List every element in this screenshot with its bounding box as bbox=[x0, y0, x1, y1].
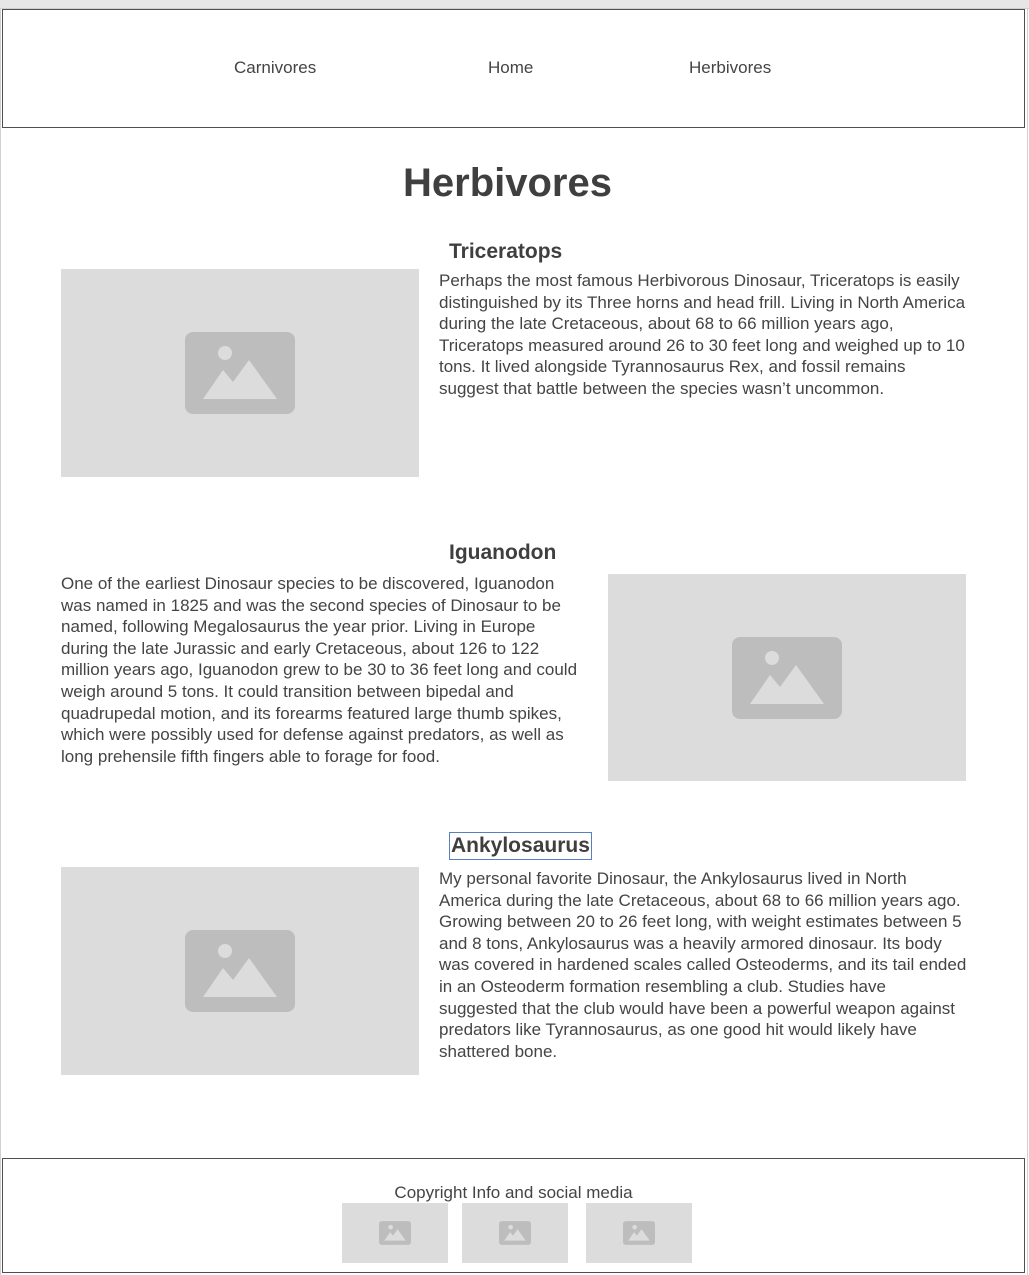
image-placeholder-icon bbox=[732, 636, 842, 719]
section-title: Iguanodon bbox=[449, 541, 557, 564]
site-header: Carnivores Home Herbivores bbox=[2, 9, 1025, 128]
social-link-2[interactable] bbox=[462, 1203, 568, 1263]
section-text: My personal favorite Dinosaur, the Ankyl… bbox=[439, 869, 967, 1061]
iguanodon-image bbox=[608, 574, 966, 781]
nav-link-herbivores[interactable]: Herbivores bbox=[689, 58, 771, 78]
image-placeholder-icon bbox=[185, 930, 295, 1012]
nav-link-carnivores[interactable]: Carnivores bbox=[234, 58, 316, 78]
image-placeholder-icon bbox=[623, 1221, 655, 1245]
section-text: Perhaps the most famous Herbivorous Dino… bbox=[439, 271, 966, 398]
nav-link-home[interactable]: Home bbox=[488, 58, 533, 78]
section-title: Triceratops bbox=[449, 240, 563, 263]
site-footer: Copyright Info and social media bbox=[2, 1158, 1025, 1273]
window-top-strip bbox=[0, 0, 1029, 9]
section-text: One of the earliest Dinosaur species to … bbox=[61, 574, 578, 766]
social-link-3[interactable] bbox=[586, 1203, 692, 1263]
ankylosaurus-image bbox=[61, 867, 419, 1075]
page-frame-right bbox=[1027, 8, 1028, 1275]
social-link-1[interactable] bbox=[342, 1203, 448, 1263]
image-placeholder-icon bbox=[185, 332, 295, 414]
image-placeholder-icon bbox=[379, 1221, 411, 1245]
footer-copyright: Copyright Info and social media bbox=[394, 1183, 633, 1202]
image-placeholder-icon bbox=[499, 1221, 531, 1245]
triceratops-image bbox=[61, 269, 419, 477]
section-title-selected[interactable]: Ankylosaurus bbox=[449, 832, 592, 860]
page-title: Herbivores bbox=[403, 161, 612, 205]
